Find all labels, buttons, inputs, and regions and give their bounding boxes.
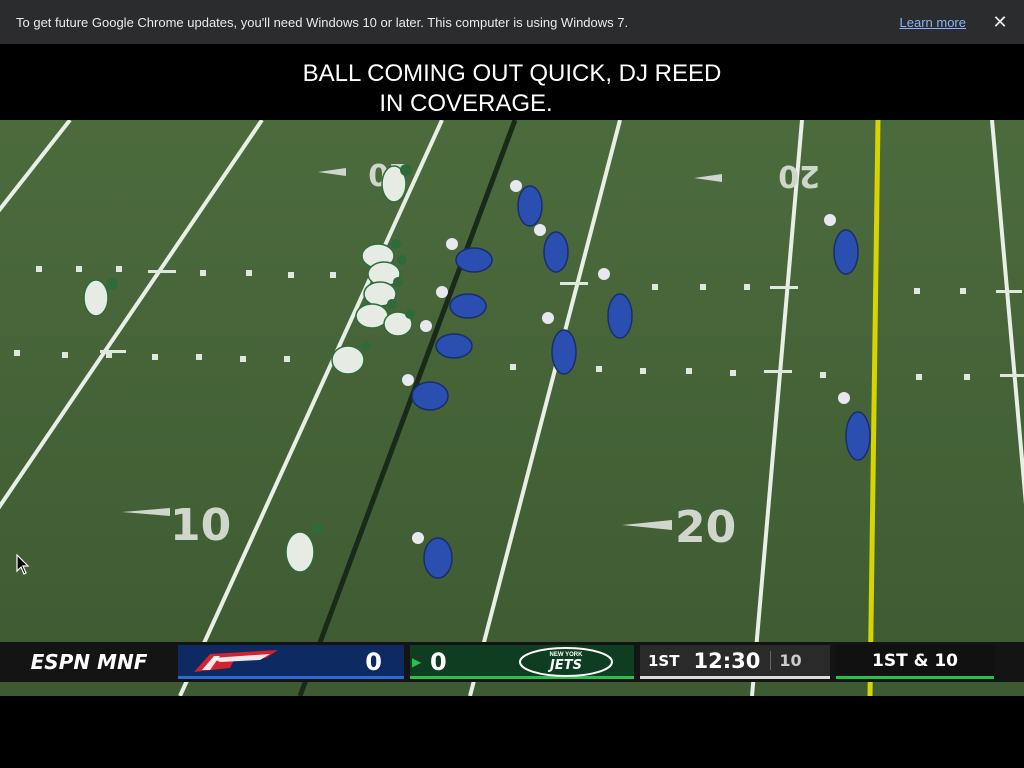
caption-line-2: IN COVERAGE. <box>379 90 553 117</box>
jets-wordmark-text: JETS <box>547 658 582 673</box>
yard-number-20-near: 20 <box>675 502 736 553</box>
quarter: 1ST <box>648 651 680 670</box>
yard-number-20-far: 20 <box>778 158 820 193</box>
home-score: 0 <box>365 648 382 676</box>
play-clock: 10 <box>770 651 802 670</box>
away-score: 0 <box>430 648 447 676</box>
network-logo: ESPN MNF <box>30 650 148 674</box>
chrome-update-infobar: To get future Google Chrome updates, you… <box>0 0 1024 44</box>
closed-caption: BALL COMING OUT QUICK, DJ REED IN COVERA… <box>0 59 1024 119</box>
mouse-cursor-icon <box>16 554 30 575</box>
yard-number-10-near: 10 <box>170 500 231 551</box>
video-player[interactable]: BALL COMING OUT QUICK, DJ REED IN COVERA… <box>0 44 1024 696</box>
bills-logo-icon <box>194 650 278 672</box>
learn-more-link[interactable]: Learn more <box>900 15 966 30</box>
game-clock: 12:30 <box>693 648 761 673</box>
jets-logo-icon: NEW YORK JETS <box>519 647 613 677</box>
away-team-box: ▶ 0 NEW YORK JETS <box>410 645 634 679</box>
close-icon[interactable]: ✕ <box>988 12 1012 32</box>
scorebug: ESPN MNF 0 ▶ 0 NEW YORK JETS 1ST 12:30 1… <box>0 642 1024 682</box>
down-and-distance: 1ST & 10 <box>836 645 994 679</box>
game-clock-box: 1ST 12:30 10 <box>640 645 830 679</box>
possession-arrow-icon: ▶ <box>412 655 422 669</box>
caption-line-1: BALL COMING OUT QUICK, DJ REED <box>302 60 722 87</box>
infobar-message: To get future Google Chrome updates, you… <box>16 14 629 30</box>
home-team-box: 0 <box>178 645 404 679</box>
football-field: 10 20 10 20 <box>0 120 1024 696</box>
